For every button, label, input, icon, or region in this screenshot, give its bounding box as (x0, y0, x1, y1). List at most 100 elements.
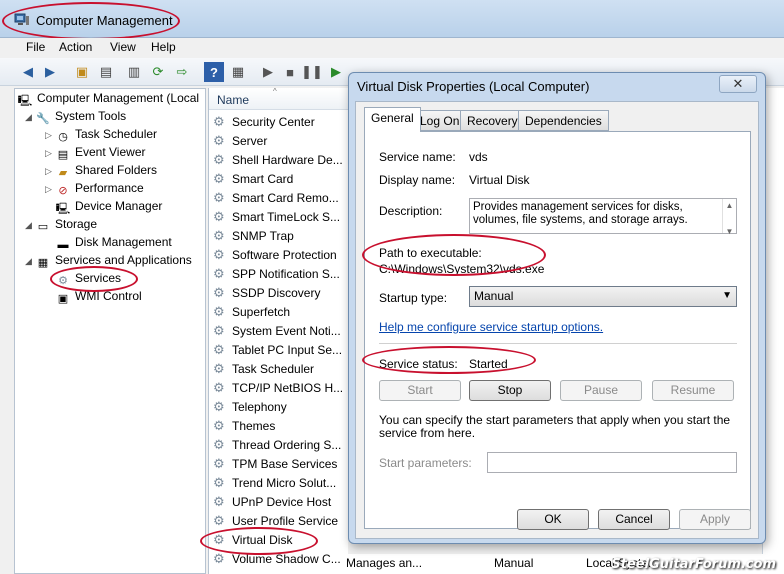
list-item[interactable]: ⚙ Task Scheduler (213, 361, 314, 380)
list-item[interactable]: ⚙ UPnP Device Host (213, 494, 331, 513)
service-name-value: vds (469, 150, 488, 164)
list-item[interactable]: ⚙ Server (213, 133, 267, 152)
description-box[interactable]: Provides management services for disks, … (469, 198, 737, 236)
tree-item-task-scheduler[interactable]: ▷ ◷ Task Scheduler (45, 127, 157, 145)
list-item[interactable]: ⚙ Trend Micro Solut... (213, 475, 336, 494)
list-item[interactable]: ⚙ Tablet PC Input Se... (213, 342, 342, 361)
tree-item-system-tools[interactable]: ◢ 🔧 System Tools (25, 109, 126, 127)
list-item[interactable]: ⚙ Telephony (213, 399, 287, 418)
service-name: SSDP Discovery (232, 286, 321, 300)
forward-arrow-icon[interactable]: ▶ (40, 62, 60, 82)
list-item[interactable]: ⚙ SSDP Discovery (213, 285, 320, 304)
list-item[interactable]: ⚙ System Event Noti... (213, 323, 341, 342)
disk-icon: ▬ (57, 239, 69, 251)
apply-button[interactable]: Apply (679, 509, 751, 530)
tab-dependencies[interactable]: Dependencies (518, 110, 609, 131)
stop-icon[interactable]: ■ (280, 62, 300, 82)
shared-folder-icon: ▰ (58, 167, 68, 179)
list-item[interactable]: ⚙ Security Center (213, 114, 315, 133)
properties-icon[interactable]: ▥ (124, 62, 144, 82)
list-item[interactable]: ⚙ Superfetch (213, 304, 290, 323)
service-gear-icon: ⚙ (213, 418, 225, 433)
resume-button[interactable]: Resume (652, 380, 734, 401)
cancel-button[interactable]: Cancel (598, 509, 670, 530)
start-button[interactable]: Start (379, 380, 461, 401)
menu-action[interactable]: Action (59, 40, 92, 54)
collapse-arrow-icon[interactable]: ▷ (45, 166, 55, 177)
service-gear-icon: ⚙ (213, 266, 225, 281)
back-arrow-icon[interactable]: ◀ (18, 62, 38, 82)
tree-item-computer-management[interactable]: 🖳 Computer Management (Local (17, 91, 199, 109)
menu-view[interactable]: View (110, 40, 136, 54)
console-tree: 🖳 Computer Management (Local ◢ 🔧 System Too… (14, 88, 206, 574)
tab-recovery[interactable]: Recovery (460, 110, 525, 131)
collapse-arrow-icon[interactable]: ▷ (45, 130, 55, 141)
tree-item-disk-management[interactable]: ▬ Disk Management (55, 235, 172, 253)
service-gear-icon: ⚙ (213, 247, 225, 262)
menu-help[interactable]: Help (151, 40, 176, 54)
tree-item-storage[interactable]: ◢ ▭ Storage (25, 217, 97, 235)
tab-general[interactable]: General (364, 107, 421, 132)
services-list: Name ^ ⚙ Security Center ⚙ Server ⚙ Shell Har… (208, 87, 349, 574)
service-name: Task Scheduler (232, 362, 315, 376)
service-gear-icon: ⚙ (213, 475, 225, 490)
help-configure-link[interactable]: Help me configure service startup option… (379, 320, 603, 334)
tab-log-on[interactable]: Log On (413, 110, 467, 131)
tree-item-device-manager[interactable]: 🖳 Device Manager (55, 199, 163, 217)
pause-button[interactable]: Pause (560, 380, 642, 401)
list-item[interactable]: ⚙ Smart Card Remo... (213, 190, 339, 209)
service-gear-icon: ⚙ (213, 342, 225, 357)
description-scrollbar[interactable]: ▲ ▼ (722, 199, 736, 236)
list-item[interactable]: ⚙ Smart TimeLock S... (213, 209, 340, 228)
list-item[interactable]: ⚙ TCP/IP NetBIOS H... (213, 380, 343, 399)
list-item[interactable]: ⚙ Shell Hardware De... (213, 152, 343, 171)
up-folder-icon[interactable]: ▣ (72, 62, 92, 82)
close-icon[interactable]: ✕ (719, 75, 757, 93)
collapse-arrow-icon[interactable]: ▷ (45, 148, 55, 159)
annotation-circle-virtual-disk (200, 527, 318, 555)
export-list-icon[interactable]: ⇨ (172, 62, 192, 82)
show-hide-tree-icon[interactable]: ▤ (96, 62, 116, 82)
list-item[interactable]: ⚙ SPP Notification S... (213, 266, 340, 285)
service-name: Thread Ordering S... (232, 438, 342, 452)
tree-item-shared-folders[interactable]: ▷ ▰ Shared Folders (45, 163, 157, 181)
restart-icon[interactable]: ▶ (326, 62, 346, 82)
list-item[interactable]: ⚙ Themes (213, 418, 275, 437)
action-pane-icon[interactable]: ▦ (228, 62, 248, 82)
cell-startup-type: Manual (494, 556, 534, 570)
service-name: Superfetch (232, 305, 291, 319)
list-item[interactable]: ⚙ SNMP Trap (213, 228, 294, 247)
startup-type-select[interactable]: Manual ▼ (469, 286, 737, 307)
help-icon[interactable]: ? (204, 62, 224, 82)
service-name: Tablet PC Input Se... (232, 343, 343, 357)
service-name: System Event Noti... (232, 324, 341, 338)
stop-button[interactable]: Stop (469, 380, 551, 401)
service-gear-icon: ⚙ (213, 228, 225, 243)
tree-item-performance[interactable]: ▷ ⊘ Performance (45, 181, 144, 199)
service-name: SPP Notification S... (232, 267, 340, 281)
play-icon[interactable]: ▶ (258, 62, 278, 82)
tree-item-label: System Tools (55, 109, 127, 123)
list-item[interactable]: ⚙ TPM Base Services (213, 456, 337, 475)
tree-item-label: Task Scheduler (75, 127, 158, 141)
expand-arrow-icon[interactable]: ◢ (25, 112, 35, 123)
expand-arrow-icon[interactable]: ◢ (25, 256, 35, 267)
separator (379, 343, 737, 344)
collapse-arrow-icon[interactable]: ▷ (45, 184, 55, 195)
general-tab-page: Service name: vds Display name: Virtual … (364, 131, 751, 529)
pause-icon[interactable]: ❚❚ (301, 62, 323, 82)
service-name: Trend Micro Solut... (232, 476, 337, 490)
list-item[interactable]: ⚙ Smart Card (213, 171, 293, 190)
service-name: Themes (232, 419, 276, 433)
display-name-label: Display name: (379, 173, 456, 187)
list-item[interactable]: ⚙ Thread Ordering S... (213, 437, 341, 456)
expand-arrow-icon[interactable]: ◢ (25, 220, 35, 231)
list-item[interactable]: ⚙ Software Protection (213, 247, 337, 266)
service-gear-icon: ⚙ (213, 114, 225, 129)
menu-file[interactable]: File (26, 40, 45, 54)
start-parameters-input[interactable] (487, 452, 737, 473)
ok-button[interactable]: OK (517, 509, 589, 530)
refresh-icon[interactable]: ⟳ (148, 62, 168, 82)
tree-item-event-viewer[interactable]: ▷ ▤ Event Viewer (45, 145, 145, 163)
column-header-name[interactable]: Name (217, 93, 249, 107)
